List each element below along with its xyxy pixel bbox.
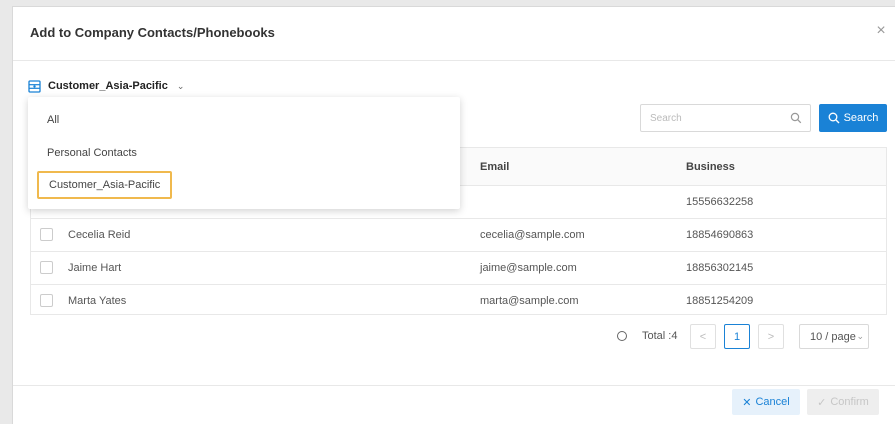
search-field[interactable]	[640, 104, 811, 132]
dialog-title: Add to Company Contacts/Phonebooks	[30, 25, 275, 40]
search-button-label: Search	[843, 112, 879, 124]
business-number: 18854690863	[686, 229, 754, 241]
table-row[interactable]: Cecelia Reid cecelia@sample.com 18854690…	[31, 219, 886, 252]
column-header-business: Business	[686, 161, 735, 173]
search-input[interactable]	[641, 105, 781, 131]
business-number: 18856302145	[686, 262, 754, 274]
cancel-button-label: Cancel	[755, 396, 790, 408]
business-number: 18851254209	[686, 295, 754, 307]
dialog-header: Add to Company Contacts/Phonebooks ×	[13, 7, 895, 61]
column-header-email: Email	[480, 161, 510, 173]
check-icon: ✓	[817, 396, 827, 409]
page-size-select[interactable]: 10 / page ⌄	[799, 324, 869, 349]
dropdown-option-personal-contacts[interactable]: Personal Contacts	[47, 147, 137, 159]
page-1-button[interactable]: 1	[724, 324, 750, 349]
row-checkbox[interactable]	[40, 228, 53, 241]
search-icon	[790, 112, 802, 124]
close-icon: ✕	[742, 396, 752, 409]
cancel-button[interactable]: ✕ Cancel	[732, 389, 800, 415]
contact-name: Cecelia Reid	[68, 229, 131, 241]
phonebook-selector[interactable]: Customer_Asia-Pacific ⌄	[28, 77, 184, 95]
chevron-down-icon: ⌄	[856, 331, 864, 341]
contact-email: marta@sample.com	[480, 295, 579, 307]
page-size-label: 10 / page	[810, 330, 856, 343]
business-number: 15556632258	[686, 196, 754, 208]
row-checkbox[interactable]	[40, 261, 53, 274]
add-to-phonebook-dialog: Add to Company Contacts/Phonebooks × Cus…	[12, 6, 895, 424]
prev-page-button[interactable]: <	[690, 324, 716, 349]
contact-email: cecelia@sample.com	[480, 229, 585, 241]
search-button[interactable]: Search	[819, 104, 887, 132]
next-page-button[interactable]: >	[758, 324, 784, 349]
table-row[interactable]: Jaime Hart jaime@sample.com 18856302145	[31, 252, 886, 285]
dropdown-option-all[interactable]: All	[47, 114, 59, 126]
pagination-total: Total :4	[642, 330, 678, 342]
contact-name: Jaime Hart	[68, 262, 122, 274]
close-icon[interactable]: ×	[873, 23, 889, 39]
row-checkbox[interactable]	[40, 294, 53, 307]
contact-email: jaime@sample.com	[480, 262, 577, 274]
loading-circle-icon	[617, 331, 627, 341]
confirm-button-label: Confirm	[830, 396, 869, 408]
dropdown-option-customer-asia-pacific[interactable]: Customer_Asia-Pacific	[37, 171, 173, 199]
confirm-button[interactable]: ✓ Confirm	[807, 389, 879, 415]
chevron-down-icon: ⌄	[176, 80, 185, 91]
table-row[interactable]: Marta Yates marta@sample.com 18851254209	[31, 285, 886, 318]
phonebook-selected-label: Customer_Asia-Pacific	[48, 80, 168, 92]
contact-name: Marta Yates	[68, 295, 127, 307]
search-icon	[828, 112, 840, 124]
phonebook-icon	[28, 79, 41, 93]
phonebook-dropdown-menu: All Personal Contacts Customer_Asia-Paci…	[28, 97, 460, 209]
